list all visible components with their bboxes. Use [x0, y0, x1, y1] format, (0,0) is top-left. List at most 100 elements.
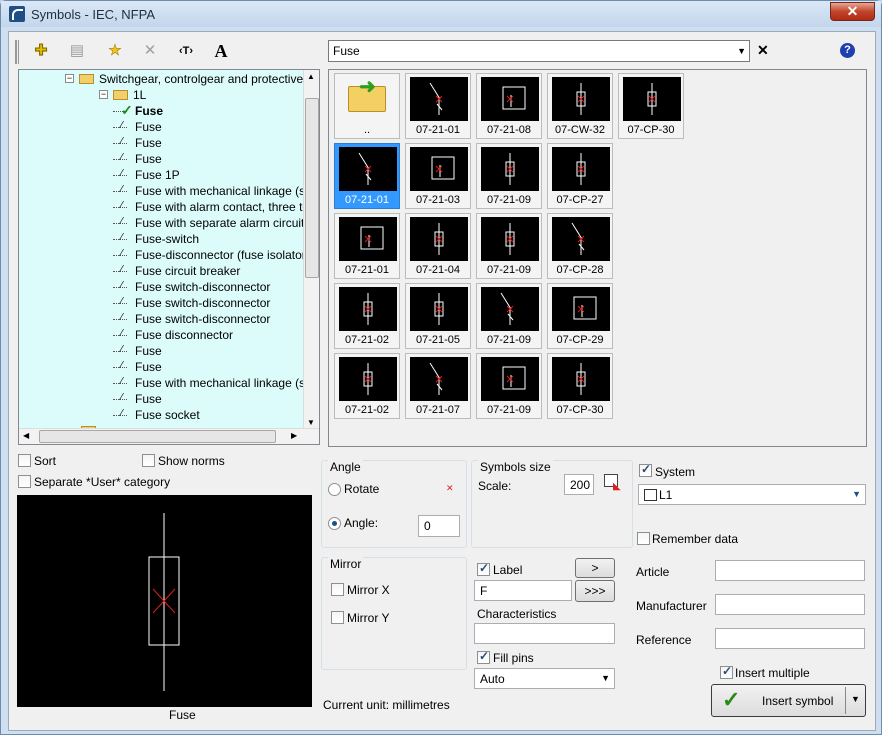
text-style-icon[interactable]: A [209, 40, 233, 62]
remember-data-checkbox[interactable] [637, 532, 650, 545]
tree-branch [113, 239, 127, 240]
insert-symbol-button[interactable]: ✓ Insert symbol ▼ [711, 684, 866, 717]
symbol-item[interactable]: 07-21-01 [405, 73, 471, 139]
symbol-item[interactable]: 07-CW-32 [547, 73, 613, 139]
characteristics-input[interactable] [474, 623, 615, 644]
symbol-caption: 07-21-01 [344, 264, 390, 276]
system-checkbox[interactable] [639, 462, 652, 477]
symbol-item[interactable]: 07-21-03 [405, 143, 471, 209]
symbol-item[interactable]: 07-CP-30 [547, 353, 613, 419]
symbol-item[interactable]: 07-21-08 [476, 73, 542, 139]
search-input[interactable]: Fuse ▼ [328, 40, 750, 62]
sort-checkbox[interactable] [18, 454, 31, 467]
scroll-down-icon[interactable]: ▼ [307, 418, 315, 427]
rotate-radio[interactable] [328, 483, 341, 496]
symbol-caption: 07-CP-27 [556, 194, 604, 206]
symbol-icon: ⁄ [121, 216, 123, 227]
symbol-icon: ⁄ [121, 280, 123, 291]
symbol-item[interactable]: 07-21-09 [476, 213, 542, 279]
insert-symbol-label: Insert symbol [762, 694, 834, 708]
tree-branch [113, 335, 127, 336]
collapse-icon[interactable]: − [99, 90, 108, 99]
mirror-group-title: Mirror [328, 557, 364, 571]
mirror-y-checkbox[interactable] [331, 611, 344, 624]
tree-label: Fuse with mechanical linkage (strike [135, 184, 320, 198]
symbol-item[interactable]: 07-21-09 [476, 143, 542, 209]
symbol-item[interactable]: 07-21-04 [405, 213, 471, 279]
symbol-icon: ⁄ [121, 200, 123, 211]
label-next-button[interactable]: > [575, 558, 615, 578]
symbol-item[interactable]: 07-21-09 [476, 283, 542, 349]
chevron-down-icon[interactable]: ▼ [852, 489, 861, 499]
tree-branch [113, 367, 127, 368]
toolbar-grip[interactable] [15, 40, 19, 64]
scroll-thumb[interactable] [305, 98, 319, 278]
chevron-down-icon[interactable]: ▼ [851, 694, 860, 704]
scroll-right-icon[interactable]: ▶ [291, 431, 297, 440]
separate-user-checkbox[interactable] [18, 475, 31, 488]
show-norms-checkbox[interactable] [142, 454, 155, 467]
symbol-thumbnail [410, 357, 468, 401]
angle-radio[interactable] [328, 517, 341, 530]
symbol-thumbnail [552, 77, 610, 121]
reference-input[interactable] [715, 628, 865, 649]
clear-search-icon[interactable]: ✕ [757, 42, 769, 59]
symbol-item[interactable]: 07-21-07 [405, 353, 471, 419]
chevron-down-icon[interactable]: ▼ [601, 673, 610, 683]
folder-up-item[interactable]: ➜.. [334, 73, 400, 139]
scale-input[interactable]: 200 [564, 474, 594, 495]
symbol-caption: 07-CP-29 [556, 334, 604, 346]
add-icon[interactable]: ✚ [29, 40, 53, 62]
fill-pins-checkbox[interactable] [477, 649, 490, 664]
symbol-thumbnail [339, 147, 397, 191]
label-checkbox[interactable] [477, 561, 490, 576]
chevron-down-icon[interactable]: ▼ [737, 46, 746, 56]
tree-horizontal-scrollbar[interactable]: ◀ ▶ [19, 428, 319, 444]
pick-cursor-icon: ◣ [613, 481, 621, 492]
symbol-item[interactable]: 07-21-02 [334, 283, 400, 349]
scroll-up-icon[interactable]: ▲ [307, 72, 315, 81]
symbols-dialog: Symbols - IEC, NFPA ✕ ✚ ▤ ★ ✕ ‹T› A Fuse… [0, 0, 882, 735]
text-tag-icon[interactable]: ‹T› [174, 40, 198, 62]
symbol-item[interactable]: 07-CP-30 [618, 73, 684, 139]
tree-label: 1L [133, 88, 147, 102]
angle-input[interactable]: 0 [418, 515, 460, 537]
symbol-item[interactable]: 07-CP-29 [547, 283, 613, 349]
system-select[interactable]: L1 ▼ [638, 484, 866, 505]
article-input[interactable] [715, 560, 865, 581]
split-divider [845, 687, 846, 714]
remember-data-label: Remember data [652, 532, 739, 546]
tree-branch [113, 399, 127, 400]
help-icon[interactable]: ? [840, 43, 855, 58]
symbol-caption: 07-21-01 [415, 124, 461, 136]
collapse-icon[interactable]: − [65, 74, 74, 83]
manufacturer-input[interactable] [715, 594, 865, 615]
reference-label: Reference [636, 633, 692, 647]
symbol-caption: 07-21-09 [486, 264, 532, 276]
symbol-item[interactable]: 07-CP-27 [547, 143, 613, 209]
close-button[interactable]: ✕ [830, 2, 875, 21]
mirror-x-checkbox[interactable] [331, 583, 344, 596]
tree-vertical-scrollbar[interactable]: ▲ ▼ [303, 70, 319, 429]
delete-icon[interactable]: ✕ [138, 40, 162, 62]
list-icon[interactable]: ▤ [65, 40, 89, 62]
symbol-item[interactable]: 07-21-01 [334, 143, 400, 209]
scroll-left-icon[interactable]: ◀ [23, 431, 29, 440]
insert-multiple-label: Insert multiple [735, 666, 810, 680]
label-fill-button[interactable]: >>> [575, 580, 615, 602]
tree-branch [113, 175, 127, 176]
tree-label: Fuse [135, 136, 162, 150]
symbol-item[interactable]: 07-21-09 [476, 353, 542, 419]
scroll-thumb[interactable] [39, 430, 276, 443]
star-icon[interactable]: ★ [103, 40, 127, 62]
tree-label: Fuse [135, 152, 162, 166]
insert-multiple-checkbox[interactable] [720, 664, 733, 679]
symbol-caption: 07-21-09 [486, 194, 532, 206]
symbol-item[interactable]: 07-21-05 [405, 283, 471, 349]
symbol-item[interactable]: 07-21-02 [334, 353, 400, 419]
label-input[interactable]: F [474, 580, 572, 601]
symbol-item[interactable]: 07-21-01 [334, 213, 400, 279]
symbol-item[interactable]: 07-CP-28 [547, 213, 613, 279]
mirror-group: Mirror Mirror X Mirror Y [321, 557, 467, 670]
fill-pins-select[interactable]: Auto ▼ [474, 668, 615, 689]
